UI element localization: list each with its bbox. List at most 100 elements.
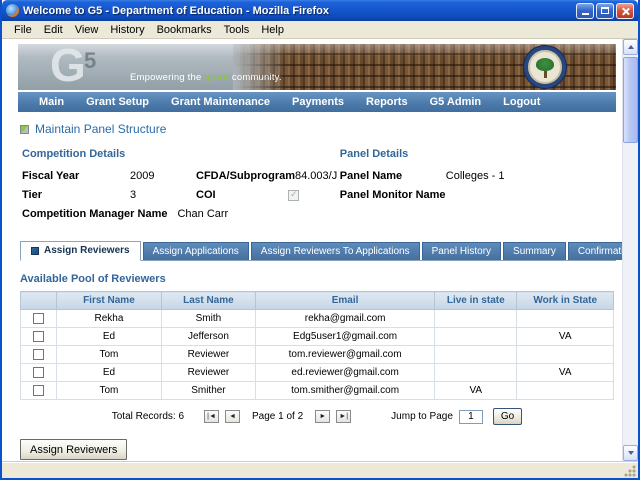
nav-item-grant-setup[interactable]: Grant Setup [75,96,160,108]
scrollbar-thumb[interactable] [623,57,638,143]
resize-grip[interactable] [624,463,638,477]
g5-banner: G 5 Empowering the grant community. [18,44,616,90]
window-title: Welcome to G5 - Department of Education … [23,5,572,17]
cell-email: tom.smither@gmail.com [256,382,435,400]
cell-live-in-state [435,346,517,364]
scroll-up-button[interactable] [623,39,638,55]
cell-email: ed.reviewer@gmail.com [256,364,435,382]
row-checkbox[interactable] [33,385,44,396]
last-page-button[interactable]: ►| [336,410,351,423]
row-select-cell [21,382,57,400]
table-row: Ed Reviewer ed.reviewer@gmail.com VA [21,364,614,382]
tagline-grant: grant [204,72,229,83]
table-row: Tom Reviewer tom.reviewer@gmail.com [21,346,614,364]
cell-work-in-state [517,346,614,364]
maximize-icon [601,7,609,14]
row-select-cell [21,364,57,382]
cfda-value: 84.003/J [295,170,337,182]
competition-manager-value: Chan Carr [177,208,228,220]
menu-bookmarks[interactable]: Bookmarks [151,23,218,37]
row-checkbox[interactable] [33,313,44,324]
main-navigation: Main Grant Setup Grant Maintenance Payme… [18,92,616,112]
page-content: G 5 Empowering the grant community. Main… [2,39,622,461]
go-button[interactable]: Go [493,408,522,425]
menu-help[interactable]: Help [255,23,290,37]
jump-to-page-input[interactable] [459,410,483,424]
department-of-education-seal [524,46,566,88]
cell-live-in-state [435,328,517,346]
scrollbar-track[interactable] [623,55,638,445]
minimize-button[interactable] [576,3,594,19]
tagline-prefix: Empowering the [130,72,201,83]
page-title: Maintain Panel Structure [35,122,166,136]
cell-first-name: Tom [57,382,162,400]
table-row: Tom Smither tom.smither@gmail.com VA [21,382,614,400]
nav-item-g5-admin[interactable]: G5 Admin [419,96,493,108]
close-icon [621,7,629,15]
column-header-last-name: Last Name [161,292,255,310]
menu-view[interactable]: View [69,23,105,37]
nav-item-payments[interactable]: Payments [281,96,355,108]
tab-assign-applications[interactable]: Assign Applications [143,242,249,260]
menu-history[interactable]: History [104,23,150,37]
panel-details-heading: Panel Details [340,148,616,160]
title-bar: Welcome to G5 - Department of Education … [2,0,638,21]
competition-manager-label: Competition Manager Name [22,208,167,220]
row-select-cell [21,310,57,328]
column-header-live-in-state: Live in state [435,292,517,310]
cell-work-in-state [517,310,614,328]
page-title-row: Maintain Panel Structure [20,122,616,136]
cell-email: rekha@gmail.com [256,310,435,328]
close-button[interactable] [616,3,634,19]
vertical-scrollbar[interactable] [622,39,638,461]
browser-viewport: G 5 Empowering the grant community. Main… [2,39,638,461]
cell-first-name: Rekha [57,310,162,328]
nav-item-logout[interactable]: Logout [492,96,551,108]
menu-tools[interactable]: Tools [218,23,256,37]
fiscal-year-value: 2009 [130,170,196,182]
tab-summary[interactable]: Summary [503,242,566,260]
first-page-button[interactable]: |◄ [204,410,219,423]
tagline-suffix: community. [232,72,282,83]
cell-email: tom.reviewer@gmail.com [256,346,435,364]
arrow-up-icon [628,45,634,49]
tab-confirmation[interactable]: Confirmation [568,242,622,260]
cell-first-name: Ed [57,328,162,346]
maximize-button[interactable] [596,3,614,19]
tab-assign-reviewers-to-applications[interactable]: Assign Reviewers To Applications [251,242,420,260]
panel-monitor-label: Panel Monitor Name [340,189,446,201]
nav-item-main[interactable]: Main [28,96,75,108]
cell-first-name: Ed [57,364,162,382]
next-page-button[interactable]: ► [315,410,330,423]
table-row: Ed Jefferson Edg5user1@gmail.com VA [21,328,614,346]
cell-last-name: Smither [161,382,255,400]
tier-label: Tier [22,189,130,201]
assign-reviewers-button[interactable]: Assign Reviewers [20,439,127,460]
previous-page-button[interactable]: ◄ [225,410,240,423]
pool-heading: Available Pool of Reviewers [20,273,616,285]
row-checkbox[interactable] [33,367,44,378]
arrow-down-icon [628,451,634,455]
cell-work-in-state [517,382,614,400]
cell-work-in-state: VA [517,364,614,382]
tab-panel-history[interactable]: Panel History [422,242,501,260]
coi-label: COI [196,189,288,201]
scroll-down-button[interactable] [623,445,638,461]
column-header-work-in-state: Work in State [517,292,614,310]
competition-details: Competition Details Fiscal Year 2009 CFD… [22,148,340,227]
row-checkbox[interactable] [33,331,44,342]
page-indicator: Page 1 of 2 [252,411,303,422]
menu-file[interactable]: File [8,23,38,37]
cell-work-in-state: VA [517,328,614,346]
pagination-bar: Total Records: 6 |◄ ◄ Page 1 of 2 ► ►| J… [18,408,616,425]
column-header-select [21,292,57,310]
g5-logo-number: 5 [84,48,96,74]
nav-item-reports[interactable]: Reports [355,96,419,108]
panel-name-label: Panel Name [340,170,440,182]
minimize-icon [582,13,589,15]
row-checkbox[interactable] [33,349,44,360]
window-controls [576,3,634,19]
menu-edit[interactable]: Edit [38,23,69,37]
nav-item-grant-maintenance[interactable]: Grant Maintenance [160,96,281,108]
tab-assign-reviewers[interactable]: Assign Reviewers [20,241,141,261]
